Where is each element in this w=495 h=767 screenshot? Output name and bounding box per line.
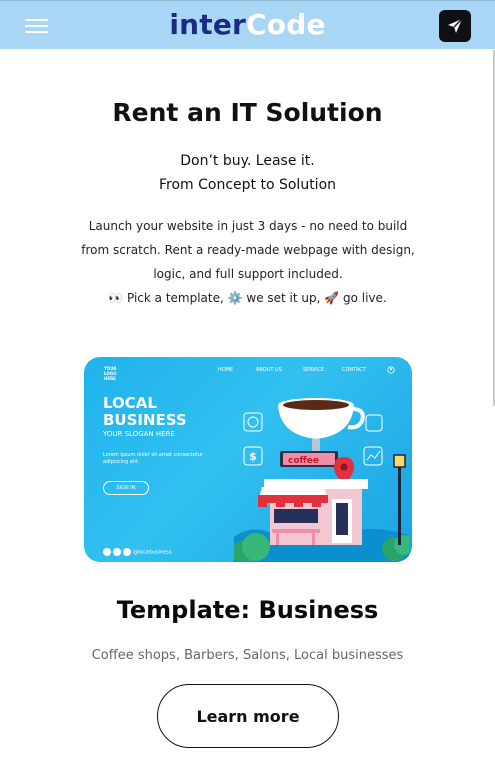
banner-nav-contact: CONTACT	[342, 367, 366, 373]
template-description: Coffee shops, Barbers, Salons, Local bus…	[91, 648, 404, 663]
banner-slogan: YOUR SLOGAN HERE	[103, 430, 175, 438]
facebook-icon	[103, 548, 111, 556]
banner-social: @localbusiness	[103, 548, 171, 556]
banner-lorem: Lorem ipsum dolor sit amet consectetur a…	[103, 452, 204, 465]
learn-more-button[interactable]: Learn more	[157, 684, 339, 748]
hero-description: Launch your website in just 3 days - no …	[81, 219, 415, 281]
svg-text:$: $	[249, 450, 257, 463]
template-preview-image[interactable]: YOUR LOGO HERE HOME ABOUT US SERVICE CON…	[84, 357, 412, 562]
instagram-icon	[113, 548, 121, 556]
coffee-shop-illustration: $ coffee	[234, 398, 409, 562]
hero-steps: 👀 Pick a template, ⚙️ we set it up, 🚀 go…	[108, 291, 387, 305]
logo-text-inter: inter	[169, 8, 247, 41]
subtitle-line-1: Don’t buy. Lease it.	[180, 153, 315, 169]
site-logo[interactable]: interCode	[0, 7, 495, 43]
banner-nav-service: SERVICE	[303, 367, 325, 373]
banner-nav-about: ABOUT US	[256, 367, 282, 373]
banner-user-icon	[387, 366, 395, 374]
banner-nav-home: HOME	[218, 367, 234, 373]
template-title: Template: Business	[116, 596, 379, 624]
twitter-icon	[123, 548, 131, 556]
top-bar: interCode	[0, 0, 495, 49]
banner-signin-button: SIGN IN	[103, 481, 149, 495]
banner-logo-text: YOUR LOGO HERE	[104, 366, 117, 381]
banner-social-handle: @localbusiness	[133, 549, 172, 556]
paper-plane-icon[interactable]	[439, 10, 471, 42]
logo-text-code: Code	[246, 8, 326, 41]
banner-headline: LOCAL BUSINESS	[103, 394, 187, 429]
shop-sign-text: coffee	[288, 456, 319, 466]
page-title: Rent an IT Solution	[112, 98, 383, 127]
subtitle-line-2: From Concept to Solution	[158, 177, 337, 193]
